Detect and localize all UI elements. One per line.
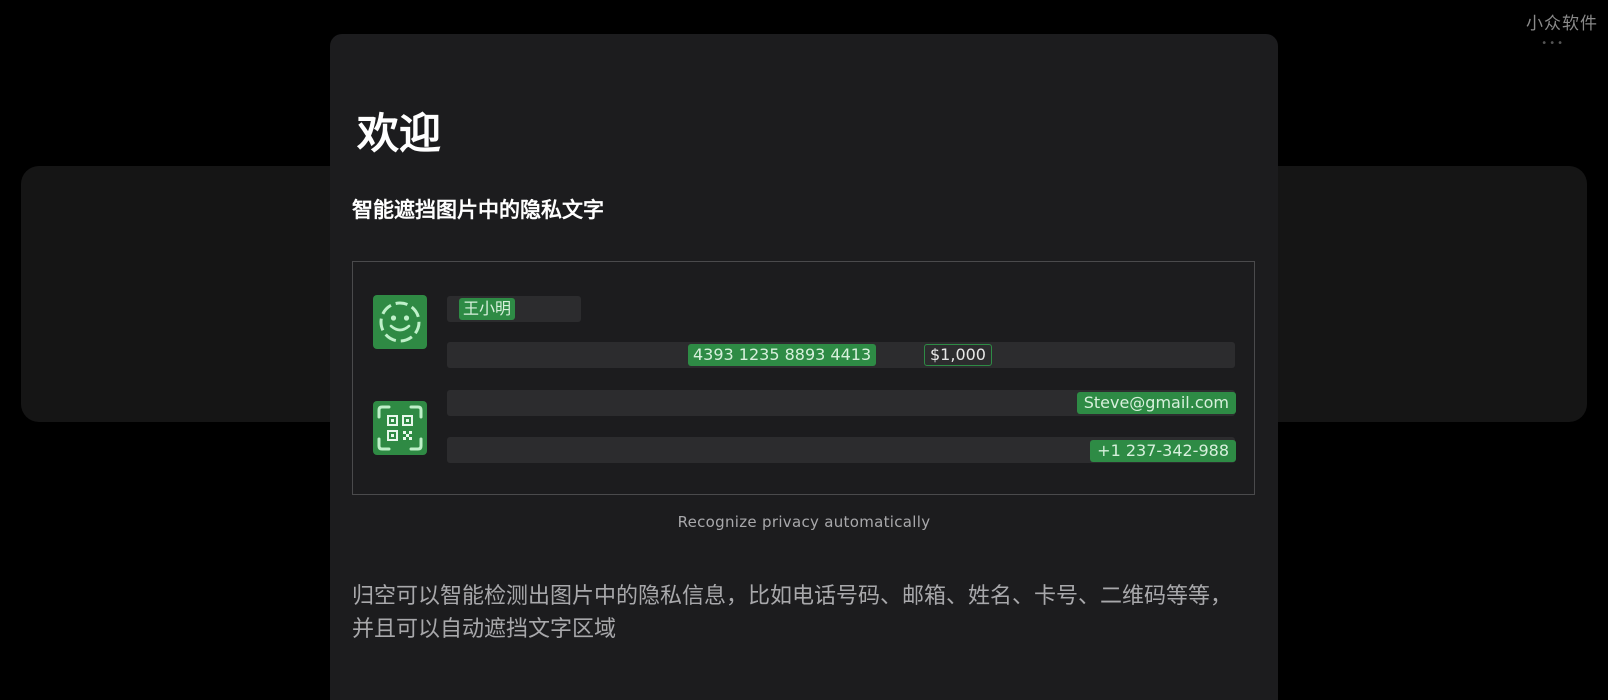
amount-tag: $1,000: [924, 344, 992, 366]
card-number-tag: 4393 1235 8893 4413: [688, 344, 877, 366]
page-title: 欢迎: [357, 109, 442, 158]
screen: 小众软件 ••• 欢迎 智能遮挡图片中的隐私文字 王小明 4393 1235 8…: [0, 0, 1608, 700]
face-detection-icon: [373, 295, 427, 349]
welcome-sheet: 欢迎 智能遮挡图片中的隐私文字 王小明 4393 1235 8893 4413 …: [330, 34, 1278, 700]
email-tag: Steve@gmail.com: [1076, 392, 1236, 414]
watermark-label: 小众软件: [1526, 14, 1598, 34]
page-subtitle: 智能遮挡图片中的隐私文字: [352, 198, 604, 222]
feature-description: 归空可以智能检测出图片中的隐私信息，比如电话号码、邮箱、姓名、卡号、二维码等等，…: [352, 584, 1233, 642]
qr-code-scan-icon: [373, 401, 427, 455]
more-dots-icon: •••: [1541, 38, 1565, 49]
privacy-demo-illustration: 王小明 4393 1235 8893 4413 $1,000 Steve@gma…: [352, 261, 1255, 495]
demo-caption: Recognize privacy automatically: [677, 513, 931, 531]
name-tag: 王小明: [459, 298, 516, 320]
phone-tag: +1 237-342-988: [1090, 440, 1236, 462]
